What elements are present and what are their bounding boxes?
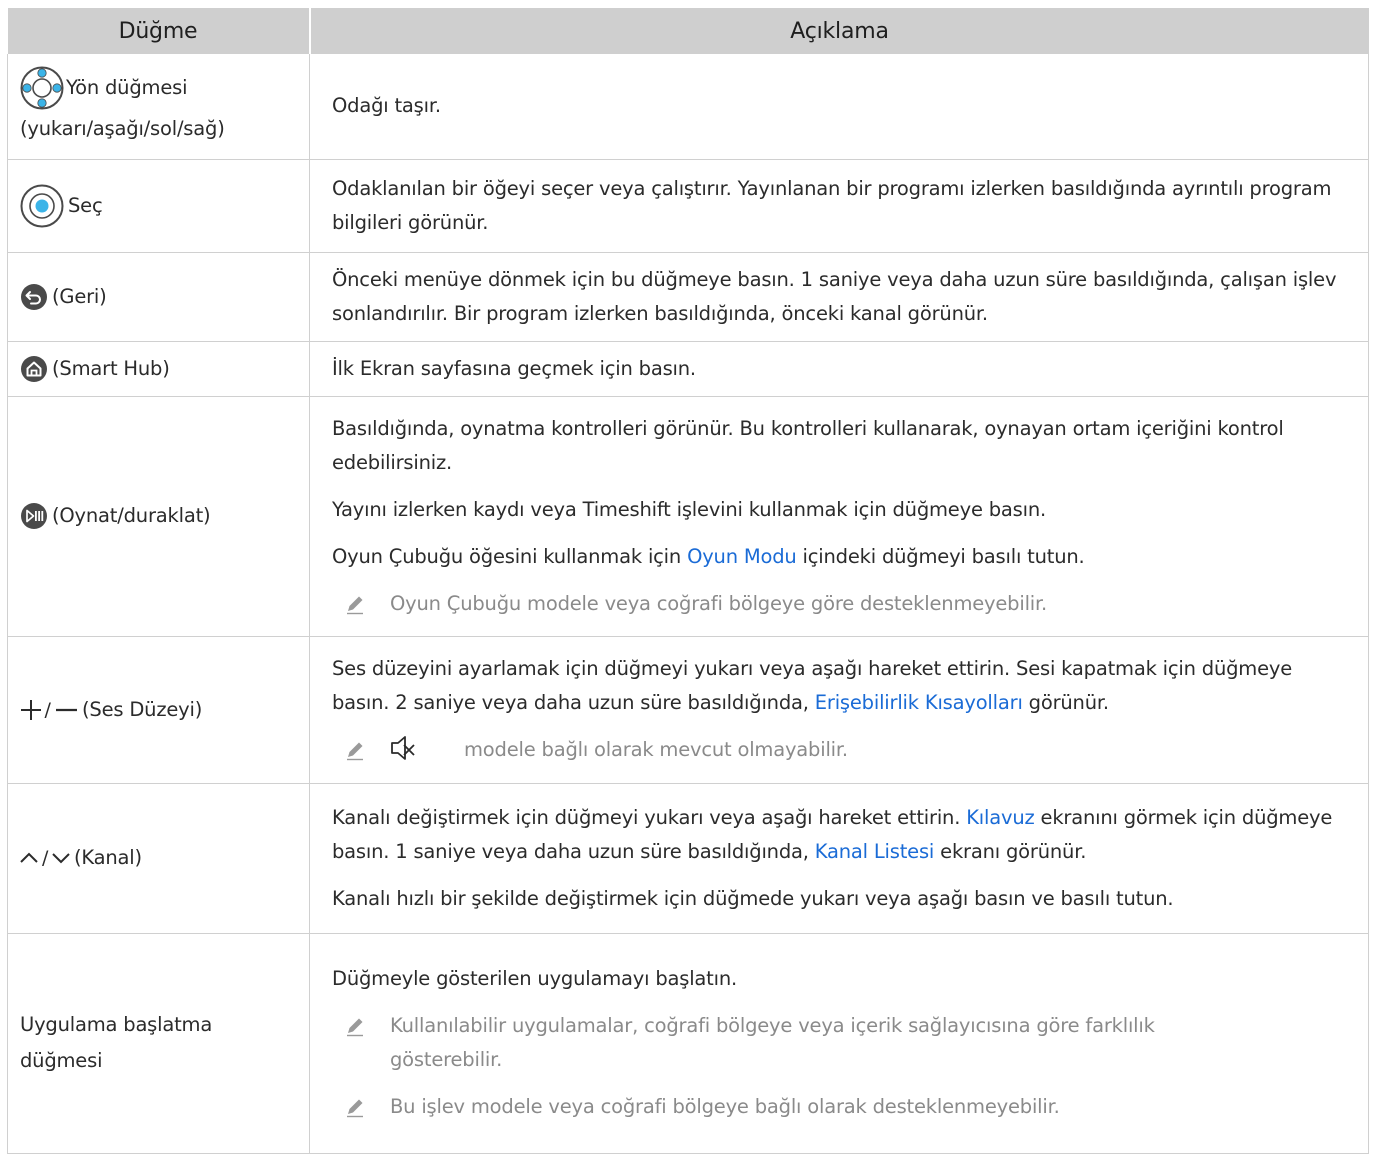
note-text: Oyun Çubuğu modele veya coğrafi bölgeye … [390, 591, 1048, 615]
description-text: İlk Ekran sayfasına geçmek için basın. [332, 356, 696, 380]
description-cell: Düğmeyle gösterilen uygulamayı başlatın.… [309, 932, 1369, 1154]
description-cell: Odaklanılan bir öğeyi seçer veya çalıştı… [309, 158, 1369, 253]
button-label: Seç [68, 193, 103, 217]
button-label: Uygulama başlatma düğmesi [20, 1013, 213, 1072]
button-cell: / (Ses Düzeyi) [7, 635, 310, 784]
button-cell: Yön düğmesi (yukarı/aşağı/sol/sağ) [7, 54, 310, 160]
pencil-note-icon [344, 587, 370, 621]
table-row: Uygulama başlatma düğmesi Düğmeyle göste… [7, 932, 1369, 1154]
button-label: (Oynat/duraklat) [52, 504, 211, 527]
button-cell: / (Kanal) [7, 782, 310, 934]
button-label: (Ses Düzeyi) [82, 697, 203, 721]
button-label: (Geri) [52, 284, 107, 308]
table-header-row: Düğme Açıklama [7, 8, 1369, 54]
description-cell: Basıldığında, oynatma kontrolleri görünü… [309, 395, 1369, 637]
button-cell: Uygulama başlatma düğmesi [7, 932, 310, 1154]
button-cell: Seç [7, 158, 310, 253]
description-text: Önceki menüye dönmek için bu düğmeye bas… [332, 267, 1337, 325]
pencil-note-icon [344, 733, 370, 767]
back-icon [20, 283, 48, 311]
note-text: Bu işlev modele veya coğrafi bölgeye bağ… [390, 1095, 1060, 1118]
note: Kullanılabilir uygulamalar, coğrafi bölg… [332, 1009, 1344, 1077]
svg-text:/: / [42, 847, 49, 869]
guide-link[interactable]: Kılavuz [966, 806, 1035, 829]
note: Oyun Çubuğu modele veya coğrafi bölgeye … [332, 587, 1344, 621]
svg-text:/: / [45, 699, 52, 721]
description-text: Yayını izlerken kaydı veya Timeshift işl… [332, 497, 1047, 521]
header-description: Açıklama [309, 8, 1369, 54]
description-cell: Odağı taşır. [309, 54, 1369, 160]
button-label: (Smart Hub) [52, 356, 170, 380]
pencil-note-icon [344, 1090, 370, 1124]
plus-minus-icon: / [20, 699, 78, 721]
remote-buttons-table: Düğme Açıklama Yön düğmesi (yukarı/aşağı… [7, 8, 1369, 1154]
table-row: / (Kanal) Kanalı değiştirmek için düğmey… [7, 782, 1369, 934]
header-button: Düğme [7, 8, 311, 54]
select-button-icon [20, 184, 64, 228]
description-cell: İlk Ekran sayfasına geçmek için basın. [309, 340, 1369, 397]
button-cell: (Smart Hub) [7, 340, 310, 397]
directional-pad-icon [20, 66, 64, 110]
note-text: Kullanılabilir uygulamalar, coğrafi bölg… [390, 1014, 1155, 1071]
mute-icon [390, 733, 420, 763]
description-text: Düğmeyle gösterilen uygulamayı başlatın. [332, 967, 737, 990]
table-row: (Geri) Önceki menüye dönmek için bu düğm… [7, 251, 1369, 342]
description-text: Kanalı değiştirmek için düğmeyi yukarı v… [332, 805, 1333, 863]
button-label: (Kanal) [74, 846, 142, 869]
description-text: Odaklanılan bir öğeyi seçer veya çalıştı… [332, 176, 1332, 234]
description-cell: Ses düzeyini ayarlamak için düğmeyi yuka… [309, 635, 1369, 784]
channel-list-link[interactable]: Kanal Listesi [815, 840, 935, 863]
description-text: Ses düzeyini ayarlamak için düğmeyi yuka… [332, 657, 1293, 714]
note: modele bağlı olarak mevcut olmayabilir. [332, 733, 1344, 767]
play-pause-icon [20, 502, 48, 530]
button-cell: (Oynat/duraklat) [7, 395, 310, 637]
table-row: Seç Odaklanılan bir öğeyi seçer veya çal… [7, 158, 1369, 253]
description-text: Basıldığında, oynatma kontrolleri görünü… [332, 416, 1284, 474]
description-text: Odağı taşır. [332, 94, 441, 118]
button-label-sub: (yukarı/aşağı/sol/sağ) [20, 116, 225, 140]
description-cell: Kanalı değiştirmek için düğmeyi yukarı v… [309, 782, 1369, 934]
accessibility-shortcuts-link[interactable]: Erişebilirlik Kısayolları [815, 691, 1023, 714]
note: Bu işlev modele veya coğrafi bölgeye bağ… [332, 1090, 1344, 1124]
game-mode-link[interactable]: Oyun Modu [687, 545, 797, 568]
description-text: Kanalı hızlı bir şekilde değiştirmek içi… [332, 886, 1174, 910]
home-icon [20, 355, 48, 383]
table-row: (Oynat/duraklat) Basıldığında, oynatma k… [7, 395, 1369, 637]
description-text: Oyun Çubuğu öğesini kullanmak için Oyun … [332, 544, 1085, 568]
button-cell: (Geri) [7, 251, 310, 342]
note-text: modele bağlı olarak mevcut olmayabilir. [464, 738, 848, 761]
table-row: Yön düğmesi (yukarı/aşağı/sol/sağ) Odağı… [7, 54, 1369, 160]
button-label: Yön düğmesi [66, 75, 188, 99]
table-row: (Smart Hub) İlk Ekran sayfasına geçmek i… [7, 340, 1369, 397]
description-cell: Önceki menüye dönmek için bu düğmeye bas… [309, 251, 1369, 342]
table-row: / (Ses Düzeyi) Ses düzeyini ayarlamak iç… [7, 635, 1369, 784]
channel-up-down-icon: / [20, 847, 76, 869]
pencil-note-icon [344, 1009, 370, 1043]
